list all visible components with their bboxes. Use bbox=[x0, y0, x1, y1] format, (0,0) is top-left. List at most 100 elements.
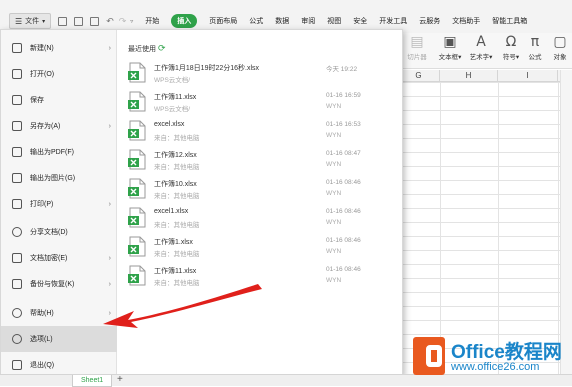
recent-file-user: WYN bbox=[326, 277, 342, 284]
redo-icon[interactable]: ↷ bbox=[119, 16, 127, 27]
grid-hline bbox=[398, 306, 572, 307]
spreadsheet-grid[interactable]: G H I bbox=[398, 70, 572, 377]
recent-file-date: 01-16 08:46 bbox=[326, 208, 361, 215]
tab-page-layout[interactable]: 页面布局 bbox=[209, 16, 237, 26]
print-quick-icon[interactable] bbox=[74, 16, 84, 26]
omega-icon: Ω bbox=[505, 34, 517, 50]
menu-item-new[interactable]: 新建(N) › bbox=[1, 35, 117, 61]
recent-file-source: WPS云文档/ bbox=[154, 77, 191, 84]
add-sheet-icon[interactable]: + bbox=[117, 374, 123, 385]
ribbon-panel: ▤ 切片器 ▣ 文本框▾ A 艺术字▾ Ω 符号▾ π 公式 ▢ 对象 bbox=[398, 33, 572, 69]
file-menu-label: 文件 bbox=[25, 18, 40, 25]
recent-file-item[interactable]: 工作簿11.xlsx 来自：其他电脑 01-16 08:46 WYN bbox=[128, 263, 398, 289]
menu-item-export-pdf[interactable]: 输出为PDF(F) bbox=[1, 139, 117, 165]
menu-item-backup[interactable]: 备份与恢复(K) › bbox=[1, 271, 117, 297]
slicer-icon: ▤ bbox=[410, 34, 424, 50]
menu-item-export-image[interactable]: 输出为图片(G) bbox=[1, 165, 117, 191]
tab-cloud[interactable]: 云服务 bbox=[419, 16, 440, 26]
recent-file-item[interactable]: 工作簿11.xlsx WPS云文档/01-16 16:59 WYN bbox=[128, 89, 398, 115]
print-icon bbox=[12, 199, 22, 209]
menu-item-help[interactable]: 帮助(H) › bbox=[1, 300, 117, 326]
column-header-i[interactable]: I bbox=[498, 70, 558, 82]
tab-security[interactable]: 安全 bbox=[353, 16, 367, 26]
recent-file-user: WYN bbox=[326, 248, 342, 255]
grid-hline bbox=[398, 152, 572, 153]
menu-item-label: 打印(P) bbox=[30, 201, 54, 208]
grid-hline bbox=[398, 320, 572, 321]
vertical-scrollbar[interactable] bbox=[560, 70, 572, 374]
tab-developer[interactable]: 开发工具 bbox=[379, 16, 407, 26]
chevron-right-icon: › bbox=[108, 254, 111, 262]
file-menu-dropdown: 新建(N) › 打开(O) 保存 另存为(A) › 输出为PDF(F) 输出为图… bbox=[0, 29, 403, 376]
menu-item-save[interactable]: 保存 bbox=[1, 87, 117, 113]
recent-file-name: 工作簿1.xlsx bbox=[154, 239, 193, 246]
refresh-icon[interactable]: ⟳ bbox=[158, 43, 166, 53]
undo-icon[interactable]: ↶ bbox=[106, 16, 114, 27]
pi-icon: π bbox=[530, 34, 540, 50]
menu-item-save-as[interactable]: 另存为(A) › bbox=[1, 113, 117, 139]
formula-button[interactable]: π 公式 bbox=[526, 33, 544, 61]
recent-file-item[interactable]: 工作簿1月18日19时22分16秒.xlsx WPS云文档/今天 19:22 bbox=[128, 60, 398, 86]
preview-quick-icon[interactable] bbox=[90, 16, 100, 26]
menu-item-encrypt[interactable]: 文档加密(E) › bbox=[1, 245, 117, 271]
help-icon bbox=[12, 308, 22, 318]
grid-hline bbox=[398, 250, 572, 251]
tab-review[interactable]: 审阅 bbox=[301, 16, 315, 26]
recent-file-source: 来自：其他电脑 bbox=[154, 135, 200, 142]
recent-file-name: 工作簿11.xlsx bbox=[154, 94, 197, 101]
recent-file-item[interactable]: excel.xlsx 来自：其他电脑 01-16 16:53 WYN bbox=[128, 118, 398, 144]
menu-item-share[interactable]: 分享文档(D) bbox=[1, 219, 117, 245]
recent-file-name: 工作簿12.xlsx bbox=[154, 152, 197, 159]
tab-view[interactable]: 视图 bbox=[327, 16, 341, 26]
tab-formulas[interactable]: 公式 bbox=[249, 16, 263, 26]
recent-file-date: 01-16 08:47 bbox=[326, 150, 361, 157]
menu-row: ☰ 文件 ▾ ↶ ↷ ▿ 开始 插入 页面布局 公式 数据 审阅 视图 安全 开… bbox=[0, 11, 572, 31]
file-menu-sidebar: 新建(N) › 打开(O) 保存 另存为(A) › 输出为PDF(F) 输出为图… bbox=[1, 30, 117, 375]
recent-file-item[interactable]: excel1.xlsx 来自：其他电脑 01-16 08:46 WYN bbox=[128, 205, 398, 231]
grid-hline bbox=[398, 82, 572, 83]
wordart-button[interactable]: A 艺术字▾ bbox=[466, 33, 496, 61]
textbox-button[interactable]: ▣ 文本框▾ bbox=[436, 33, 464, 61]
grid-hline bbox=[398, 264, 572, 265]
column-header-h[interactable]: H bbox=[440, 70, 498, 82]
customize-icon[interactable]: ▿ bbox=[130, 18, 133, 25]
symbol-button[interactable]: Ω 符号▾ bbox=[500, 33, 522, 61]
pdf-icon bbox=[12, 147, 22, 157]
column-header-g[interactable]: G bbox=[398, 70, 440, 82]
recent-file-item[interactable]: 工作簿10.xlsx 来自：其他电脑 01-16 08:46 WYN bbox=[128, 176, 398, 202]
sheet-tab[interactable]: Sheet1 bbox=[72, 375, 113, 387]
recent-file-item[interactable]: 工作簿12.xlsx 来自：其他电脑 01-16 08:47 WYN bbox=[128, 147, 398, 173]
recent-file-item[interactable]: 工作簿1.xlsx 来自：其他电脑 01-16 08:46 WYN bbox=[128, 234, 398, 260]
grid-hline bbox=[398, 166, 572, 167]
menu-item-options[interactable]: 选项(L) bbox=[1, 326, 117, 352]
recent-file-date: 01-16 08:46 bbox=[326, 179, 361, 186]
menu-item-print[interactable]: 打印(P) › bbox=[1, 191, 117, 217]
grid-hline bbox=[398, 278, 572, 279]
tab-insert[interactable]: 插入 bbox=[171, 14, 198, 28]
recent-file-name: excel1.xlsx bbox=[154, 208, 189, 215]
grid-hline bbox=[398, 208, 572, 209]
slicer-button[interactable]: ▤ 切片器 bbox=[402, 33, 432, 61]
recent-file-date: 01-16 08:46 bbox=[326, 237, 361, 244]
menu-item-label: 选项(L) bbox=[30, 336, 53, 343]
chevron-right-icon: › bbox=[108, 200, 111, 208]
tab-data[interactable]: 数据 bbox=[275, 16, 289, 26]
object-button[interactable]: ▢ 对象 bbox=[548, 33, 572, 61]
menu-item-open[interactable]: 打开(O) bbox=[1, 61, 117, 87]
menu-item-label: 输出为图片(G) bbox=[30, 175, 76, 182]
grid-hline bbox=[398, 124, 572, 125]
recent-file-source: 来自：其他电脑 bbox=[154, 251, 200, 258]
menu-item-label: 帮助(H) bbox=[30, 310, 54, 317]
recent-file-date: 01-16 08:46 bbox=[326, 266, 361, 273]
recent-file-date: 今天 19:22 bbox=[326, 66, 358, 73]
formula-label: 公式 bbox=[528, 54, 542, 61]
menu-item-label: 保存 bbox=[30, 97, 44, 104]
tab-home[interactable]: 开始 bbox=[145, 16, 159, 26]
grid-hline bbox=[398, 138, 572, 139]
recent-files-title: 最近使用 ⟳ bbox=[128, 43, 166, 54]
save-quick-icon[interactable] bbox=[58, 16, 68, 26]
tab-smart-toolbox[interactable]: 智能工具箱 bbox=[492, 16, 527, 26]
tab-doc-assistant[interactable]: 文档助手 bbox=[452, 16, 480, 26]
menu-item-label: 文档加密(E) bbox=[30, 255, 68, 262]
file-menu-button[interactable]: ☰ 文件 ▾ bbox=[9, 13, 52, 29]
